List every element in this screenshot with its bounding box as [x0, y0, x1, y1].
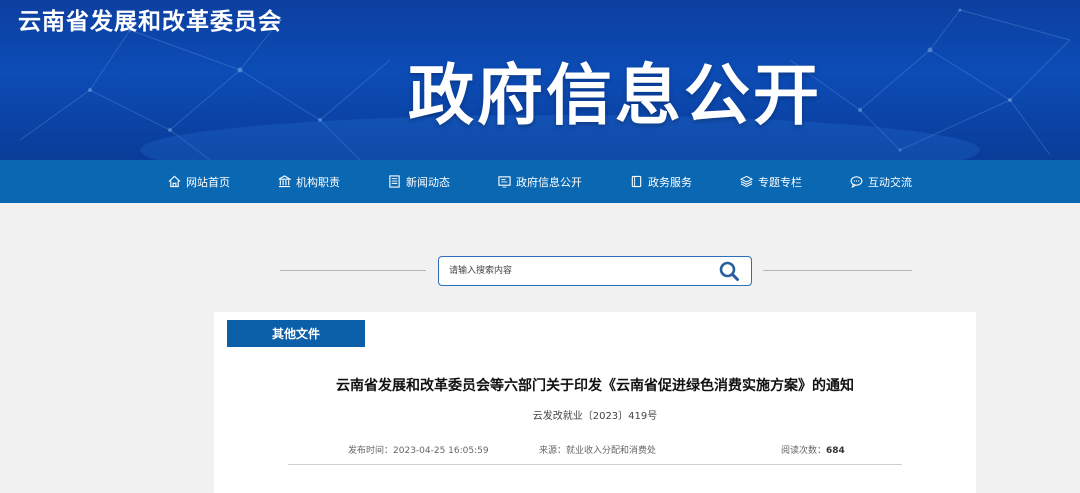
layers-icon — [740, 175, 753, 188]
nav-item-info-disclosure[interactable]: 政府信息公开 — [498, 160, 582, 203]
main-nav: 网站首页 机构职责 新闻动态 政府信息公开 政务服务 专题专栏 互动交流 — [0, 160, 1080, 203]
nav-item-label: 新闻动态 — [406, 175, 450, 189]
views-count: 684 — [826, 446, 845, 456]
news-icon — [389, 175, 400, 188]
search-right-divider — [763, 270, 912, 271]
nav-item-interaction[interactable]: 互动交流 — [850, 160, 912, 203]
chat-icon — [850, 176, 863, 188]
category-tab[interactable]: 其他文件 — [227, 320, 365, 347]
search-left-divider — [280, 270, 426, 271]
publish-time: 2023-04-25 16:05:59 — [393, 446, 489, 456]
institution-icon — [278, 175, 291, 188]
views-info: 阅读次数：684 — [781, 443, 845, 456]
meta-divider — [288, 464, 902, 465]
search-button[interactable] — [717, 260, 741, 282]
search-input[interactable] — [439, 257, 709, 285]
nav-item-service[interactable]: 政务服务 — [630, 160, 692, 203]
nav-item-label: 政务服务 — [648, 175, 692, 189]
home-icon — [168, 175, 181, 188]
search-bar — [438, 256, 752, 286]
source-label: 来源： — [539, 446, 567, 456]
publish-info: 发布时间：2023-04-25 16:05:59 — [348, 443, 489, 456]
nav-item-news[interactable]: 新闻动态 — [388, 160, 450, 203]
nav-item-home[interactable]: 网站首页 — [168, 160, 230, 203]
nav-item-label: 互动交流 — [868, 175, 912, 189]
nav-item-label: 政府信息公开 — [516, 175, 582, 189]
nav-item-label: 机构职责 — [296, 175, 340, 189]
header-banner: 云南省发展和改革委员会 政府信息公开 — [0, 0, 1080, 160]
nav-item-topics[interactable]: 专题专栏 — [740, 160, 802, 203]
info-disclosure-icon — [498, 176, 511, 188]
article-title: 云南省发展和改革委员会等六部门关于印发《云南省促进绿色消费实施方案》的通知 — [336, 378, 854, 394]
nav-item-institution[interactable]: 机构职责 — [278, 160, 340, 203]
views-label: 阅读次数： — [781, 446, 827, 456]
document-number: 云发改就业〔2023〕419号 — [532, 411, 658, 422]
source-info: 来源：就业收入分配和消费处 — [539, 443, 656, 456]
site-title: 云南省发展和改革委员会 — [18, 9, 282, 35]
nav-item-label: 专题专栏 — [758, 175, 802, 189]
section-title: 政府信息公开 — [408, 57, 822, 134]
source-value: 就业收入分配和消费处 — [566, 446, 657, 456]
search-icon — [719, 261, 739, 281]
nav-item-label: 网站首页 — [186, 175, 230, 189]
service-icon — [631, 175, 642, 188]
article-panel: 其他文件 云南省发展和改革委员会等六部门关于印发《云南省促进绿色消费实施方案》的… — [214, 312, 976, 493]
publish-label: 发布时间： — [348, 446, 394, 456]
